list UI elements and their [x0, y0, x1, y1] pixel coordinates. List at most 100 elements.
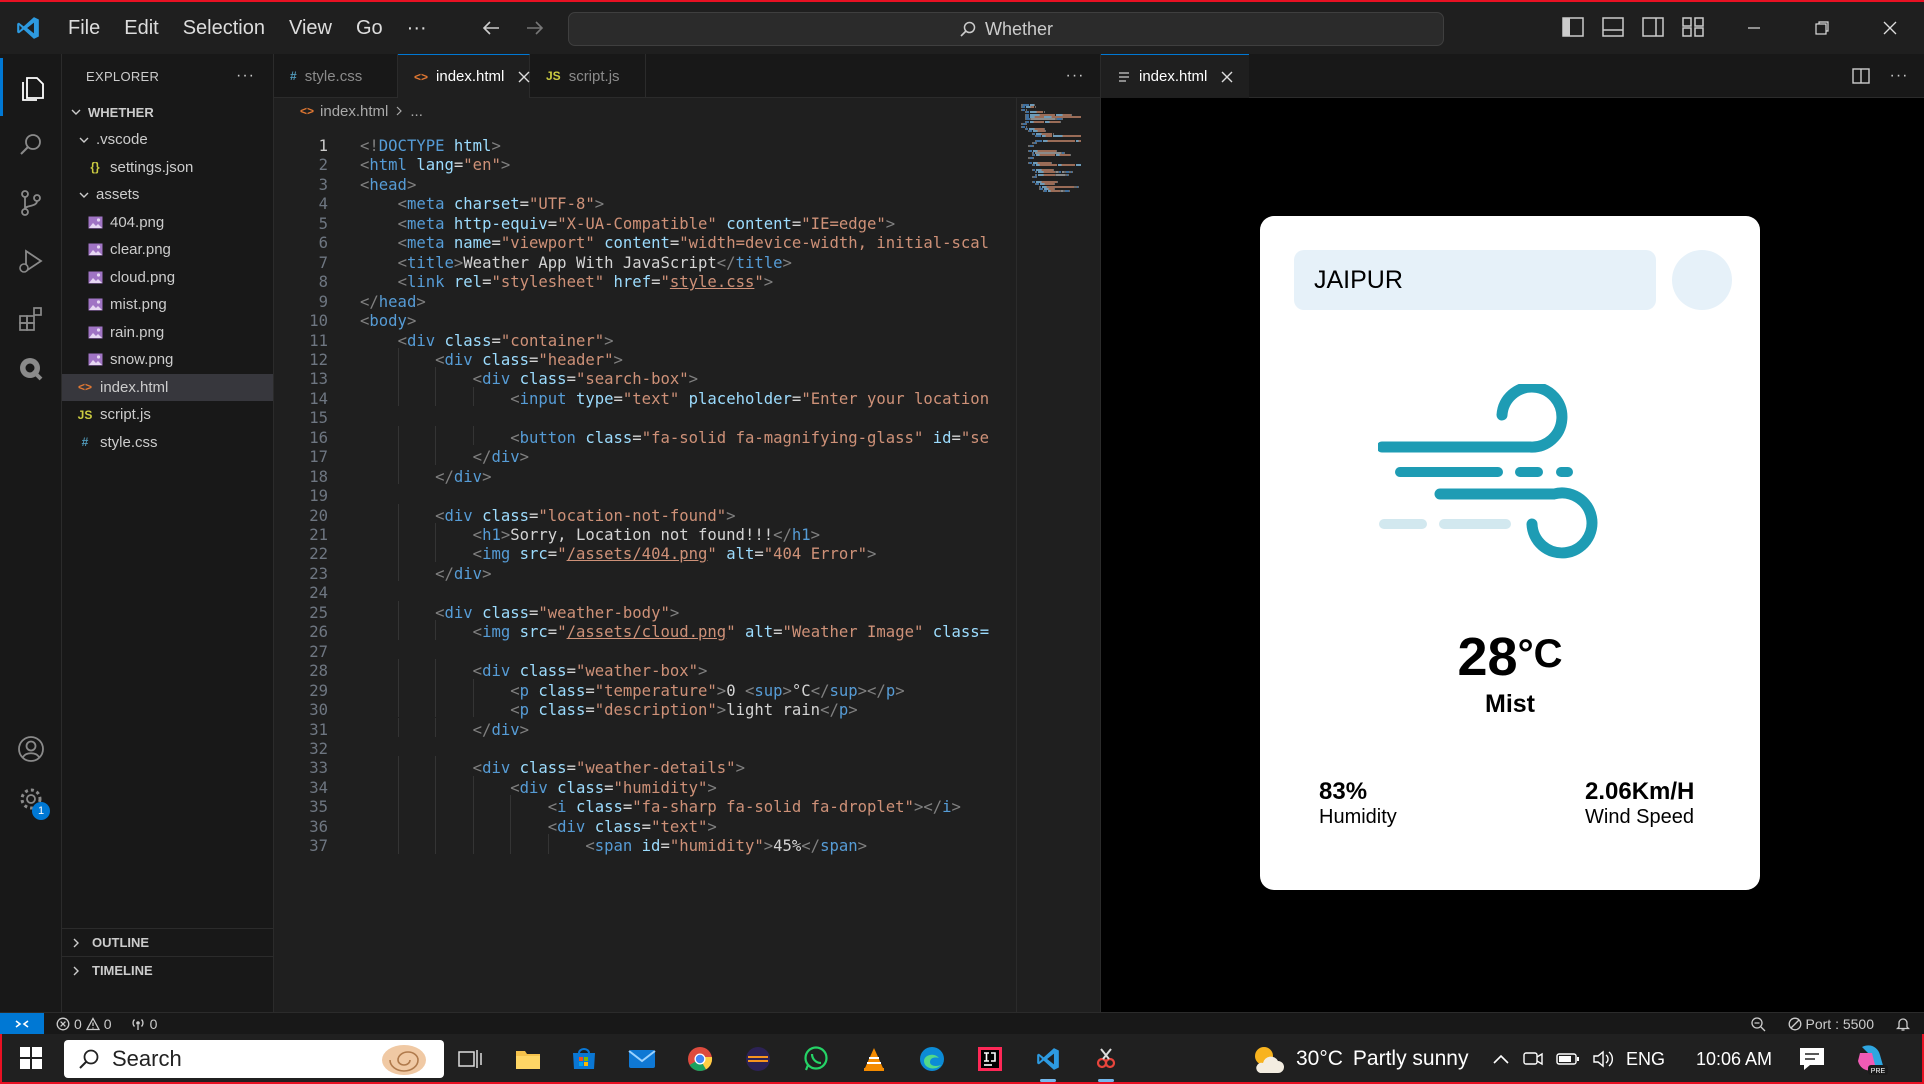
wind-speed-label: Wind Speed: [1585, 806, 1694, 828]
menu-view[interactable]: View: [277, 2, 344, 54]
file-row[interactable]: rain.png: [62, 319, 273, 347]
battery-icon[interactable]: [1556, 1051, 1580, 1067]
timeline-section[interactable]: TIMELINE: [62, 956, 274, 984]
close-icon[interactable]: [1856, 2, 1924, 54]
folder-row[interactable]: .vscode: [62, 126, 273, 154]
close-icon[interactable]: [1221, 71, 1233, 83]
snipping-tool-icon[interactable]: [1086, 1041, 1126, 1082]
split-editor-icon[interactable]: [1848, 63, 1874, 89]
humidity-label: Humidity: [1319, 806, 1397, 828]
indent-guide: [510, 834, 512, 854]
indent-guide: [472, 834, 474, 854]
file-row[interactable]: mist.png: [62, 291, 273, 319]
file-row[interactable]: JS script.js: [62, 401, 273, 429]
weather-description: Mist: [1485, 690, 1535, 718]
chrome-icon[interactable]: [680, 1041, 720, 1077]
input-language[interactable]: ENG: [1626, 1049, 1665, 1070]
minimize-icon[interactable]: [1720, 2, 1788, 54]
file-row[interactable]: {} settings.json: [62, 154, 273, 182]
command-center-search[interactable]: Whether: [568, 12, 1444, 46]
image-file-icon: [86, 326, 104, 339]
taskbar-clock[interactable]: 10:06 AM: [1696, 1034, 1772, 1084]
minimap[interactable]: [1016, 98, 1100, 1012]
editor-tab[interactable]: JS script.js: [530, 54, 646, 98]
explorer-icon[interactable]: [0, 58, 62, 116]
file-explorer-icon[interactable]: [508, 1041, 548, 1077]
taskbar-search-box[interactable]: Search: [64, 1040, 444, 1078]
minimap-stroke: [1059, 154, 1070, 157]
vlc-icon[interactable]: [854, 1041, 894, 1077]
whatsapp-icon[interactable]: [796, 1041, 836, 1077]
menu-more[interactable]: ···: [395, 2, 439, 54]
search-button[interactable]: [1672, 250, 1732, 310]
menu-selection[interactable]: Selection: [171, 2, 277, 54]
file-row[interactable]: cloud.png: [62, 264, 273, 292]
search-icon[interactable]: [0, 116, 62, 174]
customize-layout-icon[interactable]: [1680, 14, 1706, 40]
preview-tab[interactable]: index.html: [1101, 54, 1250, 98]
file-row[interactable]: # style.css: [62, 429, 273, 457]
eclipse-icon[interactable]: [738, 1041, 778, 1077]
toggle-primary-sidebar-icon[interactable]: [1560, 14, 1586, 40]
copilot-icon[interactable]: PRE: [1854, 1041, 1890, 1077]
menu-edit[interactable]: Edit: [112, 2, 170, 54]
more-actions-icon[interactable]: ···: [1886, 63, 1912, 89]
zoom-out-icon[interactable]: [1750, 1016, 1766, 1032]
more-actions-icon[interactable]: ···: [1060, 62, 1090, 90]
mail-icon[interactable]: [622, 1041, 662, 1077]
breadcrumb-rest[interactable]: ...: [410, 103, 423, 120]
breadcrumb-file[interactable]: index.html: [320, 103, 388, 120]
editor-tab[interactable]: <> index.html: [398, 54, 530, 98]
breadcrumb-separator-icon: [394, 106, 404, 116]
file-row[interactable]: snow.png: [62, 346, 273, 374]
forward-arrow-icon[interactable]: [517, 10, 553, 46]
back-arrow-icon[interactable]: [473, 10, 509, 46]
toggle-secondary-sidebar-icon[interactable]: [1640, 14, 1666, 40]
indent-guide: [397, 795, 399, 815]
volume-icon[interactable]: [1592, 1050, 1614, 1068]
indent-guide: [435, 834, 437, 854]
code-area[interactable]: 1 <!DOCTYPE html> 2 <html lang="en"> 3 <head>…: [274, 126, 1004, 1012]
file-row[interactable]: <> index.html: [62, 373, 273, 401]
taskbar-weather[interactable]: 30°C Partly sunny: [1250, 1039, 1468, 1079]
vscode-logo-icon: [0, 2, 56, 54]
live-server-port[interactable]: Port : 5500: [1788, 1016, 1874, 1032]
meet-camera-icon[interactable]: [1522, 1049, 1544, 1069]
notifications-bell-icon[interactable]: [1896, 1016, 1910, 1032]
close-icon[interactable]: [518, 71, 530, 83]
quokka-extension-icon[interactable]: [0, 340, 62, 398]
toggle-panel-icon[interactable]: [1600, 14, 1626, 40]
windows-start-icon[interactable]: [2, 1033, 60, 1083]
editor-tab[interactable]: # style.css: [274, 54, 398, 98]
notification-center-icon[interactable]: [1798, 1046, 1826, 1072]
source-control-icon[interactable]: [0, 174, 62, 232]
indent-guide: [435, 756, 437, 776]
remote-indicator-icon[interactable]: [0, 1012, 44, 1035]
file-row[interactable]: clear.png: [62, 236, 273, 264]
menu-file[interactable]: File: [56, 2, 112, 54]
minimap-stroke: [1040, 154, 1055, 157]
intellij-icon[interactable]: [970, 1041, 1010, 1077]
edge-icon[interactable]: [912, 1041, 952, 1077]
command-center-label: Whether: [984, 18, 1054, 39]
folder-row[interactable]: assets: [62, 181, 273, 209]
indent-guide: [397, 425, 399, 446]
more-actions-icon[interactable]: ···: [236, 67, 255, 85]
location-input[interactable]: JAIPUR: [1294, 250, 1656, 310]
chevron-up-icon[interactable]: [1492, 1053, 1510, 1065]
microsoft-store-icon[interactable]: [564, 1041, 604, 1077]
run-debug-icon[interactable]: [0, 232, 62, 290]
outline-section[interactable]: OUTLINE: [62, 928, 274, 956]
settings-gear-icon[interactable]: 1: [0, 770, 62, 828]
task-view-icon[interactable]: [450, 1041, 490, 1077]
tree-item-label: 404.png: [110, 213, 165, 231]
outline-label: OUTLINE: [92, 935, 150, 950]
indent-guide: [435, 717, 437, 737]
restore-icon[interactable]: [1788, 2, 1856, 54]
workspace-root[interactable]: WHETHER: [62, 98, 273, 126]
problems-indicator[interactable]: 0 0: [56, 1016, 112, 1032]
ports-indicator[interactable]: 0: [130, 1016, 157, 1032]
vscode-taskbar-icon[interactable]: [1028, 1041, 1068, 1082]
menu-go[interactable]: Go: [344, 2, 395, 54]
file-row[interactable]: 404.png: [62, 209, 273, 237]
